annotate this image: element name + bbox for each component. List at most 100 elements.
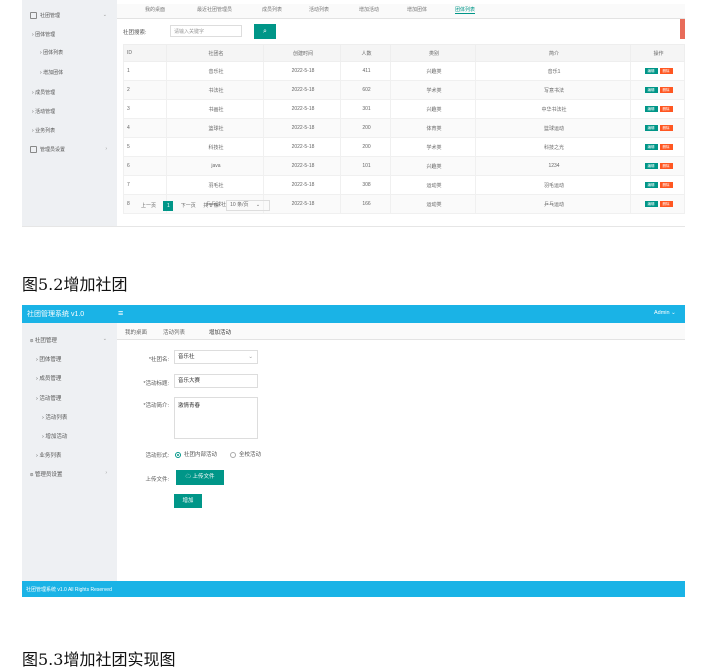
sidebar-item-activity-management[interactable]: › 活动管理 (36, 394, 131, 402)
footer-text: 社团管理系统 v1.0 All Rights Reserved (26, 587, 112, 593)
sidebar-item-club-management[interactable]: 社团管理 ⌄ (30, 12, 125, 20)
sidebar-item-activity-list[interactable]: › 活动列表 (42, 413, 137, 421)
sidebar-item-admin-settings[interactable]: ⍝ 管理员设置 › (30, 470, 125, 479)
sidebar-item-add-activity[interactable]: › 增加活动 (42, 432, 137, 440)
search-button[interactable]: ⌕ (254, 24, 276, 39)
activity-intro-textarea[interactable]: 激情青春 (174, 397, 258, 439)
delete-button[interactable]: 删除 (659, 106, 673, 112)
delete-button[interactable]: 删除 (659, 87, 673, 93)
table-cell: 书画社 (166, 99, 264, 119)
table-cell: 3 (123, 99, 167, 119)
search-input[interactable]: 请输入关键字 (170, 25, 242, 37)
activity-title-input[interactable]: 音乐大赛 (174, 374, 258, 388)
delete-button[interactable]: 删除 (659, 201, 673, 207)
prev-page-button[interactable]: 上一页 (141, 202, 156, 209)
sidebar-item-member-management[interactable]: › 成员管理 (32, 89, 127, 96)
search-label: 社团搜索: (123, 30, 147, 36)
table-cell: java (166, 156, 264, 176)
page-size-select[interactable]: 10 条/页 ⌄ (226, 200, 271, 211)
sidebar-item-member-management[interactable]: › 成员管理 (36, 374, 131, 382)
user-icon (30, 12, 37, 20)
table-cell: 运动类 (390, 175, 476, 195)
table-row: 5 科技社 2022-5-18 200 学术类 科技之光 编辑 删除 (123, 137, 685, 157)
edit-button[interactable]: 编辑 (644, 106, 658, 112)
tab-activity-list[interactable]: 活动列表 (163, 328, 185, 336)
column-header[interactable]: 创建时间 (263, 44, 341, 62)
table-cell: 1 (123, 61, 167, 81)
table-cell: 602 (340, 80, 391, 100)
radio-selected-icon (175, 451, 181, 458)
table-cell-actions: 编辑 删除 (630, 194, 685, 214)
club-table: ID 社团名 创建时间 人数 类别 简介 操作 1 音乐社 2022-5-18 411… (123, 44, 685, 214)
admin-menu[interactable]: Admin ⌄ (654, 310, 676, 316)
tab-add-activity[interactable]: 增加活动 (209, 328, 231, 336)
table-row: 4 篮球社 2022-5-18 200 体育类 篮球运动 编辑 删除 (123, 118, 685, 138)
edit-button[interactable]: 编辑 (644, 68, 658, 74)
tab-add-activity[interactable]: 增加活动 (359, 6, 379, 13)
column-header[interactable]: ID (123, 44, 167, 62)
table-cell: 6 (123, 156, 167, 176)
delete-button[interactable]: 删除 (659, 182, 673, 188)
radio-school-activity[interactable]: 全校活动 (230, 450, 261, 458)
table-cell: 科技社 (166, 137, 264, 157)
next-page-button[interactable]: 下一页 (181, 202, 196, 209)
tab-club-admin[interactable]: 最近社团管理员 (197, 6, 232, 13)
sidebar-item-add-group[interactable]: › 增加团体 (40, 69, 135, 76)
figure-caption-1: 图5.2增加社团 (22, 275, 128, 294)
column-header[interactable]: 社团名 (166, 44, 264, 62)
table-cell: 200 (340, 118, 391, 138)
table-cell: 羽毛社 (166, 175, 264, 195)
table-cell: 166 (340, 194, 391, 214)
tab-group-list[interactable]: 团体列表 (455, 6, 476, 14)
column-header[interactable]: 人数 (340, 44, 391, 62)
tab-desktop[interactable]: 我的桌面 (145, 6, 165, 13)
delete-button[interactable]: 删除 (659, 144, 673, 150)
app-header: 社团管理系统 v1.0 ≡ Admin ⌄ (22, 305, 685, 323)
sidebar-item-group-management[interactable]: › 团体管理 (32, 31, 127, 38)
column-header[interactable]: 类别 (390, 44, 476, 62)
edit-button[interactable]: 编辑 (644, 182, 658, 188)
sidebar-item-activity-management[interactable]: › 活动管理 (32, 108, 127, 115)
sidebar-item-group-management[interactable]: › 团体管理 (36, 355, 131, 363)
sidebar-item-club-management[interactable]: ⍝ 社团管理 ⌄ (30, 336, 125, 345)
table-cell-actions: 编辑 删除 (630, 99, 685, 119)
sidebar-item-admin-settings[interactable]: 管理员设置 › (30, 146, 125, 154)
tab-desktop[interactable]: 我的桌面 (125, 328, 147, 336)
table-cell: 200 (340, 137, 391, 157)
sidebar-item-business-list[interactable]: › 业务列表 (32, 127, 127, 134)
activity-intro-label: *活动简介: (143, 403, 169, 409)
user-icon (30, 146, 37, 154)
tab-member-list[interactable]: 成员列表 (262, 6, 282, 13)
edit-button[interactable]: 编辑 (644, 144, 658, 150)
chevron-down-icon: ⌄ (102, 336, 107, 342)
cloud-upload-icon: ☁ (185, 474, 191, 480)
tab-add-group[interactable]: 增加团体 (407, 6, 427, 13)
table-cell: 乒乓运动 (475, 194, 631, 214)
edit-button[interactable]: 编辑 (644, 87, 658, 93)
radio-internal-activity[interactable]: 社团内部活动 (175, 450, 217, 458)
edit-button[interactable]: 编辑 (644, 163, 658, 169)
tab-bar: 我的桌面 活动列表 增加活动 (117, 323, 685, 340)
pagination: 上一页 1 下一页 共 8 条 10 条/页 ⌄ (123, 200, 276, 212)
submit-button[interactable]: 增加 (174, 494, 202, 508)
club-name-select[interactable]: 音乐社 ⌄ (174, 350, 258, 364)
sidebar-item-group-list[interactable]: › 团体列表 (40, 49, 135, 56)
edit-button[interactable]: 编辑 (644, 125, 658, 131)
tab-activity-list[interactable]: 活动列表 (309, 6, 329, 13)
table-row: 3 书画社 2022-5-18 301 兴趣类 中华书法社 编辑 删除 (123, 99, 685, 119)
delete-button[interactable]: 删除 (659, 125, 673, 131)
upload-button[interactable]: ☁ 上传文件 (176, 470, 224, 485)
menu-icon[interactable]: ≡ (118, 308, 123, 318)
table-cell: 兴趣类 (390, 99, 476, 119)
figure-caption-2: 图5.3增加社团实现图 (22, 650, 176, 669)
table-cell: 2022-5-18 (263, 80, 341, 100)
delete-button[interactable]: 删除 (659, 163, 673, 169)
page-number-current[interactable]: 1 (163, 200, 174, 211)
table-cell-actions: 编辑 删除 (630, 80, 685, 100)
delete-button[interactable]: 删除 (659, 68, 673, 74)
sidebar: 社团管理 ⌄ › 团体管理 › 团体列表 › 增加团体 › 成员管理 › 活动管… (22, 0, 117, 226)
table-row: 6 java 2022-5-18 101 兴趣类 1234 编辑 删除 (123, 156, 685, 176)
sidebar-item-business-list[interactable]: › 业务列表 (36, 451, 131, 459)
edit-button[interactable]: 编辑 (644, 201, 658, 207)
column-header[interactable]: 简介 (475, 44, 631, 62)
